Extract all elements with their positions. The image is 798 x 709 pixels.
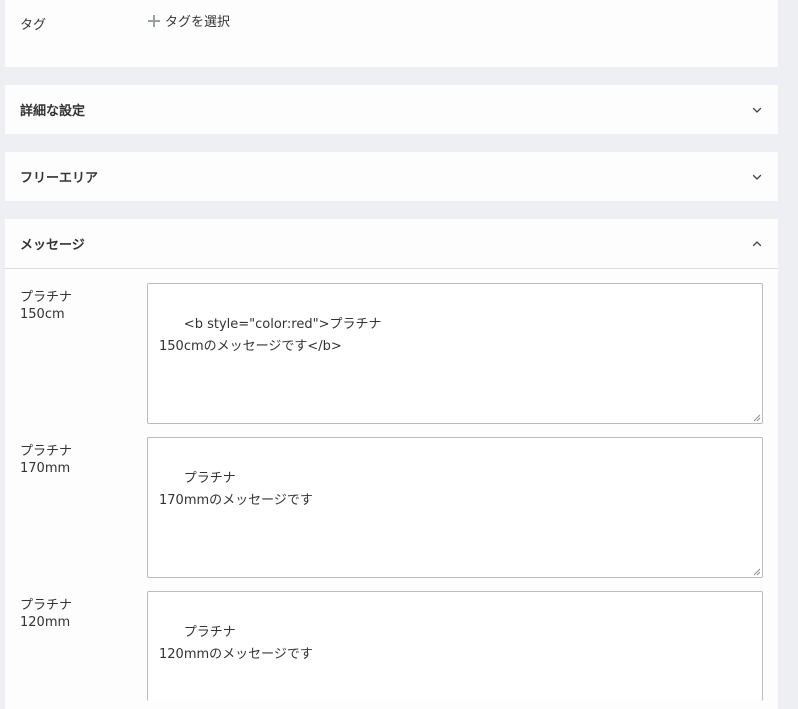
message-section: メッセージ プラチナ 150cm <b style="color:red">プラ… [5, 219, 778, 709]
message-label-size: 150cm [20, 307, 65, 322]
advanced-settings-section: 詳細な設定 [5, 85, 778, 134]
message-label-name: プラチナ [20, 598, 73, 613]
message-textarea[interactable]: <b style="color:red">プラチナ 150cmのメッセージです<… [147, 283, 763, 424]
resize-handle-icon[interactable] [753, 414, 761, 422]
free-area-section: フリーエリア [5, 152, 778, 201]
select-tag-label: タグを選択 [165, 15, 231, 30]
chevron-up-icon [752, 240, 762, 246]
message-textarea[interactable]: プラチナ 170mmのメッセージです [147, 437, 763, 578]
tag-label: タグ [20, 18, 47, 33]
message-label: プラチナ 170mm [20, 443, 130, 477]
message-textarea-value: プラチナ 170mmのメッセージです [159, 471, 313, 508]
message-header[interactable]: メッセージ [5, 219, 778, 268]
plus-icon [148, 14, 160, 27]
message-textarea[interactable]: プラチナ 120mmのメッセージです [147, 591, 763, 701]
advanced-settings-title: 詳細な設定 [20, 104, 86, 119]
message-textarea-value: プラチナ 120mmのメッセージです [159, 625, 313, 662]
message-textarea-value: <b style="color:red">プラチナ 150cmのメッセージです<… [159, 317, 382, 354]
free-area-header[interactable]: フリーエリア [5, 152, 778, 201]
tag-section: タグ タグを選択 [5, 0, 778, 67]
message-label-name: プラチナ [20, 444, 73, 459]
resize-handle-icon[interactable] [753, 568, 761, 576]
message-title: メッセージ [20, 238, 85, 253]
message-label: プラチナ 150cm [20, 289, 130, 323]
message-label: プラチナ 120mm [20, 597, 130, 631]
free-area-title: フリーエリア [20, 171, 99, 186]
advanced-settings-header[interactable]: 詳細な設定 [5, 85, 778, 134]
section-divider [5, 268, 778, 269]
chevron-down-icon [752, 107, 762, 113]
message-label-size: 120mm [20, 615, 71, 630]
message-label-size: 170mm [20, 461, 71, 476]
chevron-down-icon [752, 174, 762, 180]
message-label-name: プラチナ [20, 290, 73, 305]
select-tag-button[interactable]: タグを選択 [148, 11, 230, 30]
